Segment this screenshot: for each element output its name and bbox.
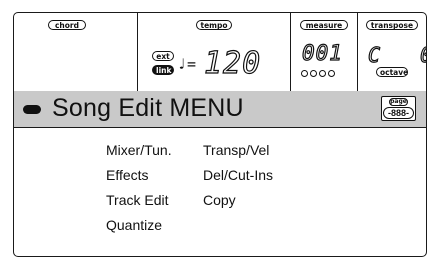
song-mode-tag	[23, 105, 41, 114]
page-title: Song Edit MENU	[52, 94, 244, 122]
menu-item-copy[interactable]: Copy	[203, 192, 236, 209]
beat-dot	[301, 70, 308, 77]
page-indicator: page -888-	[381, 96, 416, 121]
tempo-label: tempo	[196, 20, 232, 30]
title-bar: Song Edit MENU page -888-	[14, 91, 426, 128]
tempo-value: 120	[203, 45, 262, 81]
transpose-value: C 0	[367, 42, 427, 67]
beat-dot	[319, 70, 326, 77]
menu-item-quantize[interactable]: Quantize	[106, 217, 162, 234]
chord-area: chord	[14, 13, 138, 91]
menu-item-track-edit[interactable]: Track Edit	[106, 192, 169, 209]
measure-area: measure 001	[291, 13, 358, 91]
link-indicator: link	[152, 65, 174, 75]
chord-label: chord	[48, 20, 86, 30]
menu-item-mixer-tun[interactable]: Mixer/Tun.	[106, 142, 172, 159]
page-label: page	[389, 98, 408, 106]
beat-indicator	[301, 70, 335, 77]
menu-item-del-cut-ins[interactable]: Del/Cut-Ins	[203, 167, 273, 184]
beat-dot	[328, 70, 335, 77]
menu-item-transp-vel[interactable]: Transp/Vel	[203, 142, 269, 159]
page-number: -888-	[383, 107, 414, 119]
tempo-area: tempo ext link ♩= 120	[138, 13, 291, 91]
transpose-area: transpose C 0 octave	[358, 13, 427, 91]
ext-indicator: ext	[152, 51, 174, 61]
status-bar: chord tempo ext link ♩= 120 measure 001 …	[14, 13, 426, 92]
quarter-note-icon: ♩=	[177, 55, 198, 73]
transpose-label: transpose	[366, 20, 418, 30]
beat-dot	[310, 70, 317, 77]
display-screen: chord tempo ext link ♩= 120 measure 001 …	[13, 12, 427, 257]
menu-item-effects[interactable]: Effects	[106, 167, 149, 184]
measure-label: measure	[300, 20, 348, 30]
measure-value: 001	[301, 40, 343, 65]
octave-label: octave	[376, 67, 408, 77]
